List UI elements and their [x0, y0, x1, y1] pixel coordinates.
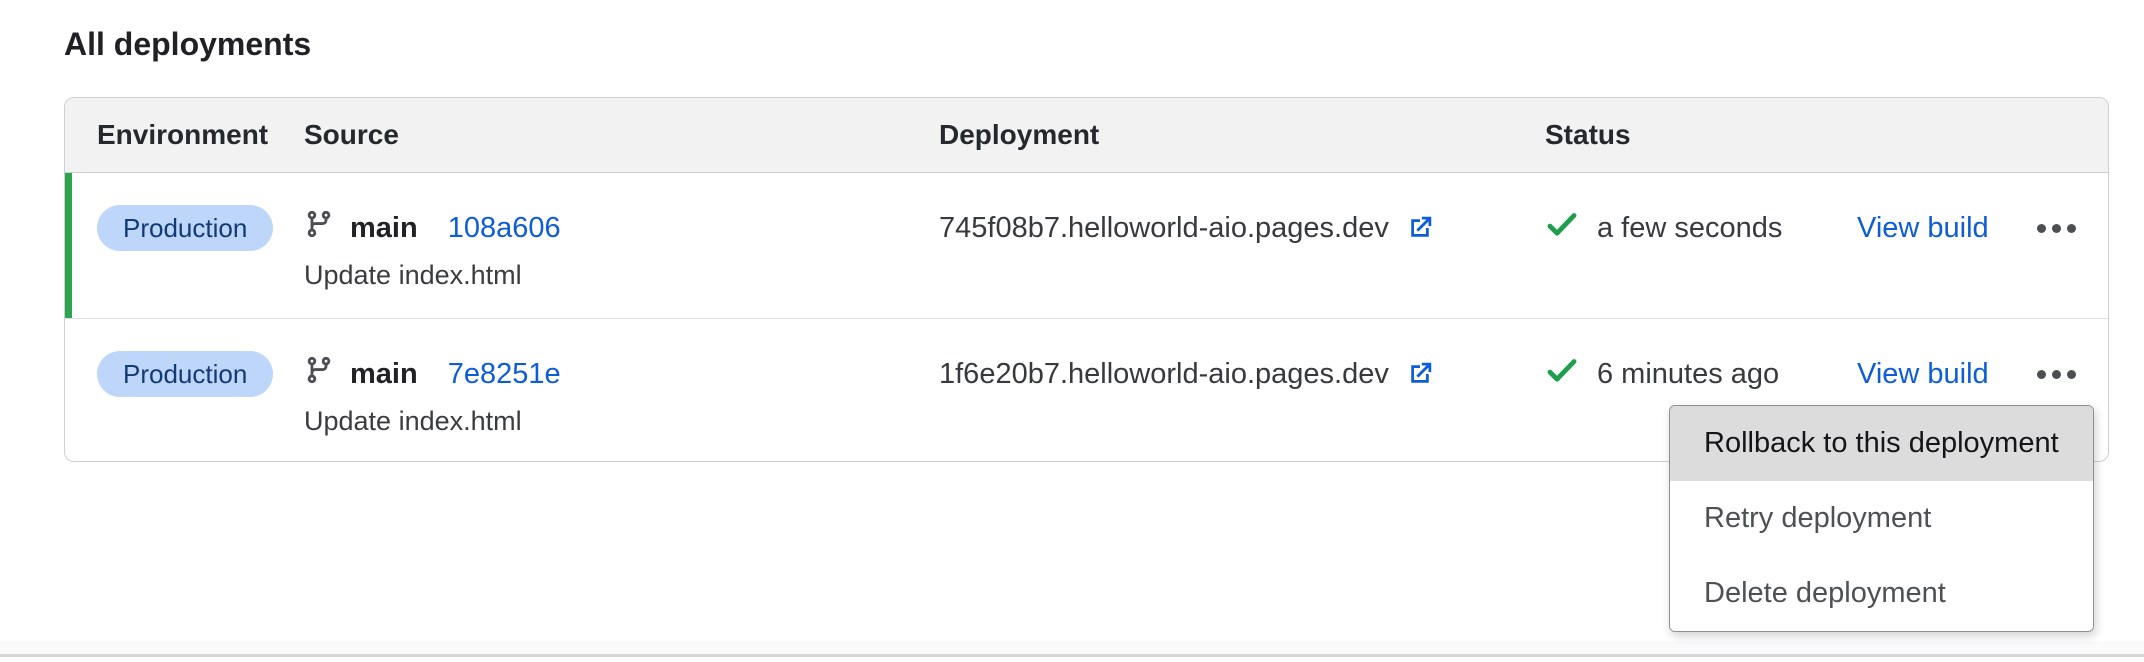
menu-item-retry[interactable]: Retry deployment	[1670, 481, 2093, 556]
column-header-status: Status	[1545, 119, 1857, 151]
ellipsis-icon	[2037, 224, 2046, 233]
row-actions-menu-button[interactable]	[2037, 205, 2076, 251]
environment-badge: Production	[97, 205, 273, 251]
status-time: 6 minutes ago	[1597, 358, 1779, 391]
external-link-icon[interactable]	[1405, 213, 1435, 243]
column-header-environment: Environment	[97, 119, 304, 151]
environment-badge: Production	[97, 351, 273, 397]
commit-message: Update index.html	[304, 260, 939, 291]
deployment-url: 745f08b7.helloworld-aio.pages.dev	[939, 212, 1389, 245]
check-icon	[1545, 207, 1579, 249]
check-icon	[1545, 353, 1579, 395]
status-time: a few seconds	[1597, 212, 1782, 245]
branch-name: main	[350, 212, 418, 245]
ellipsis-icon	[2037, 370, 2046, 379]
table-header-row: Environment Source Deployment Status	[65, 98, 2108, 173]
view-build-link[interactable]: View build	[1857, 351, 1989, 397]
commit-hash-link[interactable]: 7e8251e	[448, 358, 561, 391]
page-title: All deployments	[64, 26, 311, 62]
current-deployment-accent-bar	[65, 173, 72, 318]
deployment-actions-context-menu: Rollback to this deployment Retry deploy…	[1669, 405, 2094, 632]
table-row: Production main 108a606 Update index.htm…	[65, 173, 2108, 319]
view-build-link[interactable]: View build	[1857, 205, 1989, 251]
commit-hash-link[interactable]: 108a606	[448, 212, 561, 245]
commit-message: Update index.html	[304, 406, 939, 437]
git-branch-icon	[304, 209, 334, 247]
menu-item-rollback[interactable]: Rollback to this deployment	[1670, 406, 2093, 481]
column-header-deployment: Deployment	[939, 119, 1545, 151]
column-header-source: Source	[304, 119, 939, 151]
external-link-icon[interactable]	[1405, 359, 1435, 389]
bottom-divider	[0, 654, 2144, 657]
bottom-band	[0, 641, 2144, 654]
branch-name: main	[350, 358, 418, 391]
deployment-url: 1f6e20b7.helloworld-aio.pages.dev	[939, 358, 1389, 391]
row-actions-menu-button[interactable]	[2037, 351, 2076, 397]
git-branch-icon	[304, 355, 334, 393]
menu-item-delete[interactable]: Delete deployment	[1670, 556, 2093, 631]
